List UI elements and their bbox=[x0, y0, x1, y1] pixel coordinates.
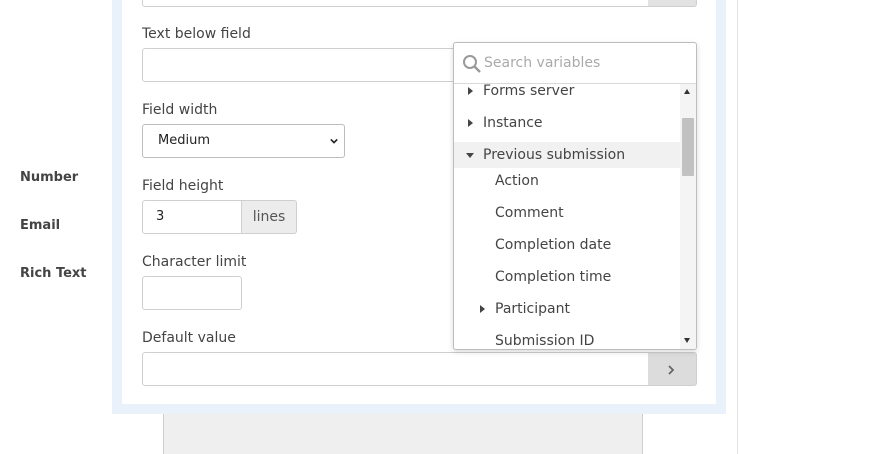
nav-item-rich-text[interactable]: Rich Text bbox=[20, 266, 87, 281]
tree-item-label: Action bbox=[495, 173, 539, 189]
divider bbox=[737, 0, 738, 454]
tree-item-label: Instance bbox=[483, 115, 543, 131]
scrollbar-thumb[interactable] bbox=[682, 118, 694, 176]
tree-item-completion-time[interactable]: Completion time bbox=[454, 264, 680, 290]
tree-item-label: Completion time bbox=[495, 269, 612, 285]
variables-tree: Forms server Instance Previous submissio… bbox=[454, 84, 680, 349]
text-below-field-label: Text below field bbox=[142, 26, 251, 42]
previous-field-input[interactable] bbox=[142, 0, 650, 7]
tree-item-completion-date[interactable]: Completion date bbox=[454, 232, 680, 258]
search-variables-input[interactable] bbox=[484, 54, 684, 72]
character-limit-label: Character limit bbox=[142, 254, 247, 270]
field-height-unit: lines bbox=[241, 200, 297, 234]
field-width-label: Field width bbox=[142, 102, 218, 118]
default-value-input[interactable] bbox=[142, 352, 649, 386]
expand-icon[interactable] bbox=[468, 119, 473, 127]
tree-item-previous-submission[interactable]: Previous submission bbox=[454, 142, 680, 168]
chevron-right-icon bbox=[668, 365, 675, 375]
scroll-up-arrow-icon[interactable] bbox=[684, 89, 690, 94]
tree-item-label: Comment bbox=[495, 205, 564, 221]
nav-item-email[interactable]: Email bbox=[20, 218, 60, 233]
insert-variable-button[interactable] bbox=[648, 352, 697, 386]
canvas-area bbox=[163, 414, 643, 454]
character-limit-input[interactable] bbox=[142, 276, 242, 310]
tree-item-label: Participant bbox=[495, 301, 570, 317]
search-icon bbox=[463, 55, 481, 73]
tree-item-comment[interactable]: Comment bbox=[454, 200, 680, 226]
nav-item-number[interactable]: Number bbox=[20, 170, 78, 185]
variables-dropdown: Forms server Instance Previous submissio… bbox=[453, 42, 697, 350]
tree-item-label: Forms server bbox=[483, 84, 575, 99]
scrollbar[interactable] bbox=[680, 84, 696, 349]
expand-icon[interactable] bbox=[468, 87, 473, 95]
tree-item-submission-id[interactable]: Submission ID bbox=[454, 328, 680, 349]
tree-item-label: Submission ID bbox=[495, 333, 595, 349]
tree-item-label: Previous submission bbox=[483, 147, 626, 163]
field-height-input[interactable]: 3 bbox=[142, 200, 242, 234]
field-width-value: Medium bbox=[158, 133, 210, 148]
expand-icon[interactable] bbox=[480, 305, 485, 313]
tree-item-label: Completion date bbox=[495, 237, 612, 253]
variables-search bbox=[454, 43, 696, 84]
chevron-down-icon bbox=[330, 138, 338, 144]
scroll-down-arrow-icon[interactable] bbox=[684, 338, 690, 343]
default-value-label: Default value bbox=[142, 330, 236, 346]
field-width-select[interactable]: Medium bbox=[142, 124, 345, 158]
tree-item-participant[interactable]: Participant bbox=[454, 296, 680, 322]
tree-item-action[interactable]: Action bbox=[454, 168, 680, 194]
collapse-icon[interactable] bbox=[466, 153, 474, 158]
tree-item-forms-server[interactable]: Forms server bbox=[454, 84, 680, 104]
field-height-label: Field height bbox=[142, 178, 224, 194]
tree-item-instance[interactable]: Instance bbox=[454, 110, 680, 136]
previous-field-button[interactable] bbox=[648, 0, 697, 7]
